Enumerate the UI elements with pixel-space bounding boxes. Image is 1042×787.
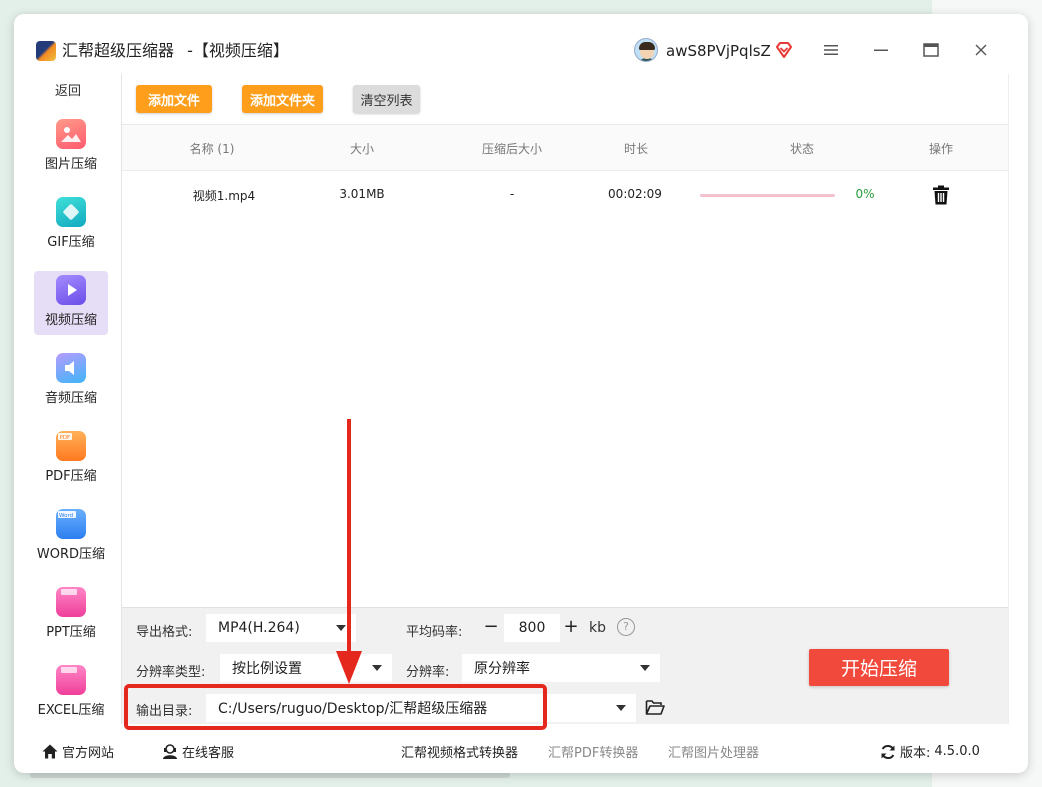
table-row[interactable]: 视频1.mp4 3.01MB - 00:02:09 0% [122, 172, 1008, 218]
close-icon[interactable] [971, 40, 991, 60]
sidebar-item-audio[interactable]: 音频压缩 [34, 349, 108, 413]
add-folder-button[interactable]: 添加文件夹 [242, 85, 323, 113]
footer: 官方网站 在线客服 汇帮视频格式转换器 汇帮PDF转换器 汇帮图片处理器 版本:… [14, 724, 1014, 773]
version-label: 版本: [900, 746, 931, 761]
menu-icon[interactable] [821, 40, 841, 60]
sidebar-item-excel[interactable]: EXCEL压缩 [34, 661, 108, 725]
support-agent-icon [163, 744, 177, 759]
footer-link-image-processor[interactable]: 汇帮图片处理器 [668, 742, 759, 761]
bitrate-decrease-button[interactable]: − [481, 617, 501, 637]
progress-percent: 0% [855, 187, 875, 201]
bitrate-unit: kb [589, 620, 606, 636]
username[interactable]: awS8PVjPqlsZ [666, 41, 771, 61]
sidebar-item-label: WORD压缩 [36, 547, 106, 562]
sidebar: 返回 图片压缩 GIF压缩 视频压缩 音频压缩 PDF PDF压缩 Word W… [14, 74, 122, 724]
minimize-icon[interactable] [871, 40, 891, 60]
resolution-label: 分辨率: [406, 665, 450, 680]
format-value: MP4(H.264) [218, 620, 300, 636]
sidebar-item-pdf[interactable]: PDF PDF压缩 [34, 427, 108, 491]
column-status: 状态 [789, 142, 814, 156]
sidebar-item-gif[interactable]: GIF压缩 [34, 193, 108, 257]
compressed-size: - [509, 187, 515, 201]
svg-text:PDF: PDF [60, 435, 71, 441]
column-compressed-size: 压缩后大小 [481, 142, 542, 156]
file-table-header: 名称 (1) 大小 压缩后大小 时长 状态 操作 [122, 125, 1008, 171]
version-info: 版本: 4.5.0.0 [880, 742, 980, 761]
sidebar-item-ppt[interactable]: PPT压缩 [34, 583, 108, 647]
sidebar-item-label: 音频压缩 [44, 391, 97, 406]
column-name: 名称 (1) [189, 142, 235, 156]
clear-list-button[interactable]: 清空列表 [353, 85, 420, 113]
footer-link-pdf-converter[interactable]: 汇帮PDF转换器 [548, 742, 638, 761]
app-name: 汇帮超级压缩器 [62, 41, 175, 60]
vip-diamond-icon[interactable] [774, 40, 794, 60]
folder-open-icon[interactable] [645, 698, 665, 716]
sidebar-item-label: GIF压缩 [47, 235, 95, 250]
red-arrow-annotation [336, 419, 362, 684]
gif-icon [56, 197, 86, 227]
official-site-link[interactable]: 官方网站 [42, 742, 114, 761]
add-file-button[interactable]: 添加文件 [136, 85, 212, 113]
title-bar: 汇帮超级压缩器 -【视频压缩】 awS8PVjPqlsZ [14, 14, 1028, 74]
online-support-link[interactable]: 在线客服 [162, 742, 234, 761]
sidebar-item-label: PPT压缩 [46, 625, 96, 640]
sidebar-item-label: 视频压缩 [44, 313, 97, 328]
column-size: 大小 [349, 142, 374, 156]
chevron-down-icon [616, 705, 626, 711]
sidebar-item-word[interactable]: Word WORD压缩 [34, 505, 108, 569]
format-label: 导出格式: [136, 625, 193, 640]
home-icon [42, 744, 58, 759]
file-name: 视频1.mp4 [192, 189, 256, 203]
audio-icon [56, 353, 86, 383]
sidebar-item-video[interactable]: 视频压缩 [34, 271, 108, 335]
official-site-label: 官方网站 [62, 746, 115, 761]
bitrate-increase-button[interactable]: + [561, 617, 581, 637]
start-compress-button[interactable]: 开始压缩 [809, 649, 949, 686]
trash-icon[interactable] [932, 185, 950, 205]
footer-link-video-converter[interactable]: 汇帮视频格式转换器 [401, 742, 518, 761]
column-duration: 时长 [623, 142, 648, 156]
resolution-select[interactable]: 原分辨率 [462, 654, 660, 682]
refresh-icon[interactable] [880, 744, 896, 760]
svg-text:Word: Word [59, 513, 73, 519]
bitrate-label: 平均码率: [406, 625, 463, 640]
image-icon [56, 119, 86, 149]
online-support-label: 在线客服 [182, 746, 235, 761]
window-title: 汇帮超级压缩器 -【视频压缩】 [62, 41, 289, 61]
resolution-type-value: 按比例设置 [232, 661, 302, 677]
bitrate-input[interactable]: 800 [504, 614, 560, 642]
video-icon [56, 275, 86, 305]
list-scrollbar[interactable] [1008, 74, 1009, 724]
back-button[interactable]: 返回 [14, 80, 122, 99]
sidebar-item-label: PDF压缩 [45, 469, 97, 484]
ppt-icon [56, 587, 86, 617]
file-duration: 00:02:09 [608, 187, 662, 201]
module-name: -【视频压缩】 [187, 41, 289, 60]
sidebar-item-label: EXCEL压缩 [37, 703, 105, 718]
maximize-icon[interactable] [921, 40, 941, 60]
resolution-value: 原分辨率 [474, 661, 530, 677]
column-action: 操作 [928, 142, 953, 156]
sidebar-item-label: 图片压缩 [44, 157, 97, 172]
excel-icon [56, 665, 86, 695]
app-logo-icon [36, 41, 56, 61]
pdf-icon: PDF [56, 431, 86, 461]
resolution-type-label: 分辨率类型: [136, 665, 206, 680]
chevron-down-icon [640, 665, 650, 671]
help-icon[interactable]: ? [617, 618, 635, 636]
app-window: 汇帮超级压缩器 -【视频压缩】 awS8PVjPqlsZ 返回 图片压缩 GIF… [14, 14, 1028, 773]
sidebar-item-image[interactable]: 图片压缩 [34, 115, 108, 179]
version-value: 4.5.0.0 [934, 744, 980, 759]
progress-bar [700, 194, 835, 197]
word-icon: Word [56, 509, 86, 539]
file-size: 3.01MB [339, 187, 385, 201]
user-avatar[interactable] [634, 38, 658, 62]
